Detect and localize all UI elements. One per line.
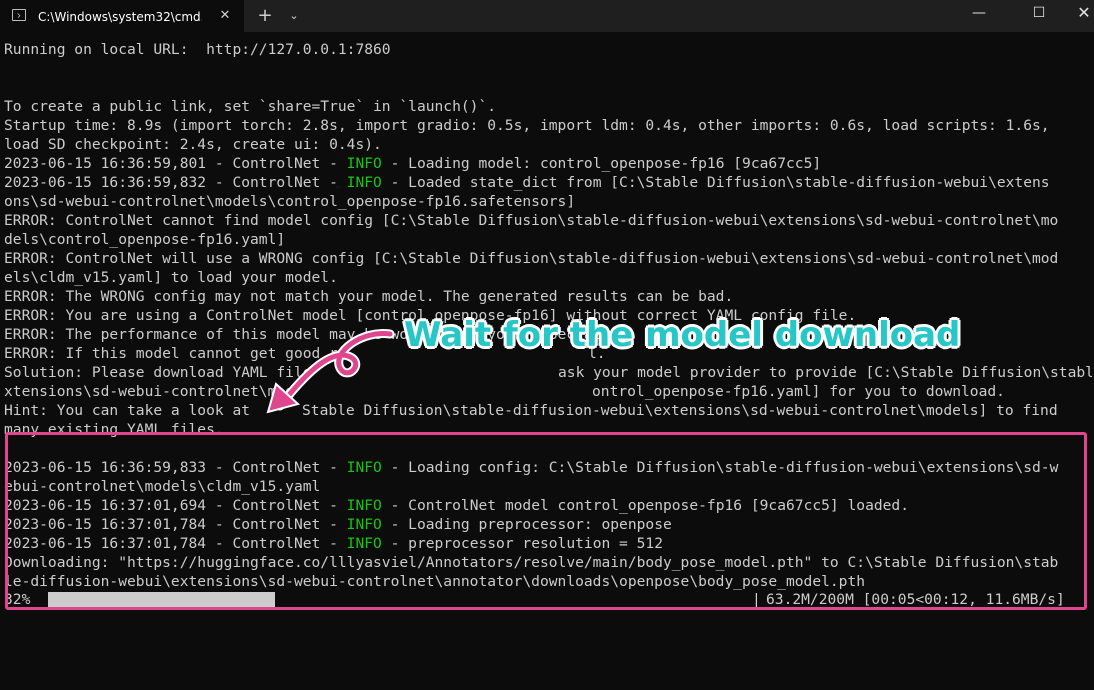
console-line: 2023-06-15 16:37:01,694 - ControlNet - I… [4,496,1092,515]
new-tab-button[interactable]: + [254,5,276,27]
console-text: 2023-06-15 16:36:59,801 - ControlNet - [4,155,347,172]
console-text: To create a public link, set `share=True… [4,98,497,115]
console-line: 2023-06-15 16:36:59,833 - ControlNet - I… [4,458,1092,477]
console-line: many existing YAML files. [4,420,1092,439]
terminal-icon [12,9,26,21]
console-line: 2023-06-15 16:37:01,784 - ControlNet - I… [4,534,1092,553]
console-text: 2023-06-15 16:36:59,832 - ControlNet - [4,174,347,191]
console-text: dels\control_openpose-fp16.yaml] [4,231,286,248]
annotation-text: Wait for the model download [404,315,961,355]
console-text: 2023-06-15 16:37:01,784 - ControlNet - [4,535,347,552]
console-line: Running on local URL: http://127.0.0.1:7… [4,40,1092,59]
console-line: le-diffusion-webui\extensions\sd-webui-c… [4,572,1092,591]
console-text: xtensions\sd-webui-controlnet\mod [4,383,294,400]
progress-bar-end: | [752,591,761,608]
console-text: ebui-controlnet\models\cldm_v15.yaml [4,478,321,495]
tab-dropdown-chevron-icon[interactable]: ⌄ [283,5,305,27]
console-text: - Loading config: C:\Stable Diffusion\st… [381,459,1059,476]
console-text: - ControlNet model control_openpose-fp16… [381,497,909,514]
console-line: ons\sd-webui-controlnet\models\control_o… [4,192,1092,211]
download-progress: 32% | 63.2M/200M [00:05<00:12, 11.6MB/s] [4,590,1084,610]
progress-stats: 63.2M/200M [00:05<00:12, 11.6MB/s] [766,591,1065,608]
title-bar: C:\Windows\system32\cmd.e ✕ + ⌄ — ☐ ✕ [0,0,1094,32]
console-line: dels\control_openpose-fp16.yaml] [4,230,1092,249]
progress-percent: 32% [4,591,31,608]
console-line: els\cldm_v15.yaml] to load your model. [4,268,1092,287]
console-line: xtensions\sd-webui-controlnet\mod ontrol_… [4,382,1092,401]
console-line: 2023-06-15 16:36:59,801 - ControlNet - I… [4,154,1092,173]
console-text: 2023-06-15 16:36:59,833 - ControlNet - [4,459,347,476]
console-text: Downloading: "https://huggingface.co/lll… [4,554,1059,571]
progress-bar [48,592,756,608]
console-text: - Loading model: control_openpose-fp16 [… [381,155,822,172]
console-line: ERROR: The WRONG config may not match yo… [4,287,1092,306]
console-text: many existing YAML files. [4,421,224,438]
console-text: ERROR: The WRONG config may not match yo… [4,288,734,305]
console-line: ERROR: ControlNet cannot find model conf… [4,211,1092,230]
log-level-info: INFO [346,497,382,514]
tab-title: C:\Windows\system32\cmd.e [38,10,202,24]
log-level-info: INFO [346,516,382,533]
console-line: ERROR: ControlNet will use a WRONG confi… [4,249,1092,268]
console-line: Hint: You can take a look at Stable Diffu… [4,401,1092,420]
log-level-info: INFO [346,535,382,552]
minimize-button[interactable]: — [956,0,1002,28]
log-level-info: INFO [346,459,382,476]
console-line: 2023-06-15 16:37:01,784 - ControlNet - I… [4,515,1092,534]
tab-cmd[interactable]: C:\Windows\system32\cmd.e ✕ [0,0,244,32]
console-text: Hint: You can take a look at [4,402,251,419]
console-line: 2023-06-15 16:36:59,832 - ControlNet - I… [4,173,1092,192]
console-line: Downloading: "https://huggingface.co/lll… [4,553,1092,572]
console-text: ons\sd-webui-controlnet\models\control_o… [4,193,576,210]
console-text-tail: ask your model provider to provide [C:\S… [558,364,1092,381]
console-text: Startup time: 8.9s (import torch: 2.8s, … [4,117,1050,134]
pointer-arrow-icon [266,329,395,414]
console-text-tail: Stable Diffusion\stable-diffusion-webui\… [302,402,1058,419]
console-line: load SD checkpoint: 2.4s, create ui: 0.4… [4,135,1092,154]
console-line: Startup time: 8.9s (import torch: 2.8s, … [4,116,1092,135]
console-text-tail: ontrol_openpose-fp16.yaml] for you to do… [592,383,1005,400]
console-text: 2023-06-15 16:37:01,694 - ControlNet - [4,497,347,514]
maximize-button[interactable]: ☐ [1016,0,1062,28]
console-text: - preprocessor resolution = 512 [381,535,663,552]
log-level-info: INFO [346,155,382,172]
console-text: ERROR: ControlNet will use a WRONG confi… [4,250,1059,267]
progress-bar-fill [48,592,275,608]
console-text: - Loading preprocessor: openpose [381,516,672,533]
console-text: els\cldm_v15.yaml] to load your model. [4,269,338,286]
console-line: Solution: Please download YAML file ask y… [4,363,1092,382]
console-text: ERROR: ControlNet cannot find model conf… [4,212,1059,229]
console-text: 2023-06-15 16:37:01,784 - ControlNet - [4,516,347,533]
tab-close-icon[interactable]: ✕ [216,7,234,25]
console-text: - Loaded state_dict from [C:\Stable Diff… [381,174,1050,191]
console-text: le-diffusion-webui\extensions\sd-webui-c… [4,573,866,590]
console-text: load SD checkpoint: 2.4s, create ui: 0.4… [4,136,382,153]
close-window-button[interactable]: ✕ [1061,0,1094,28]
log-level-info: INFO [346,174,382,191]
console-text: Running on local URL: http://127.0.0.1:7… [4,41,391,58]
console-line: To create a public link, set `share=True… [4,97,1092,116]
console-line: ebui-controlnet\models\cldm_v15.yaml [4,477,1092,496]
